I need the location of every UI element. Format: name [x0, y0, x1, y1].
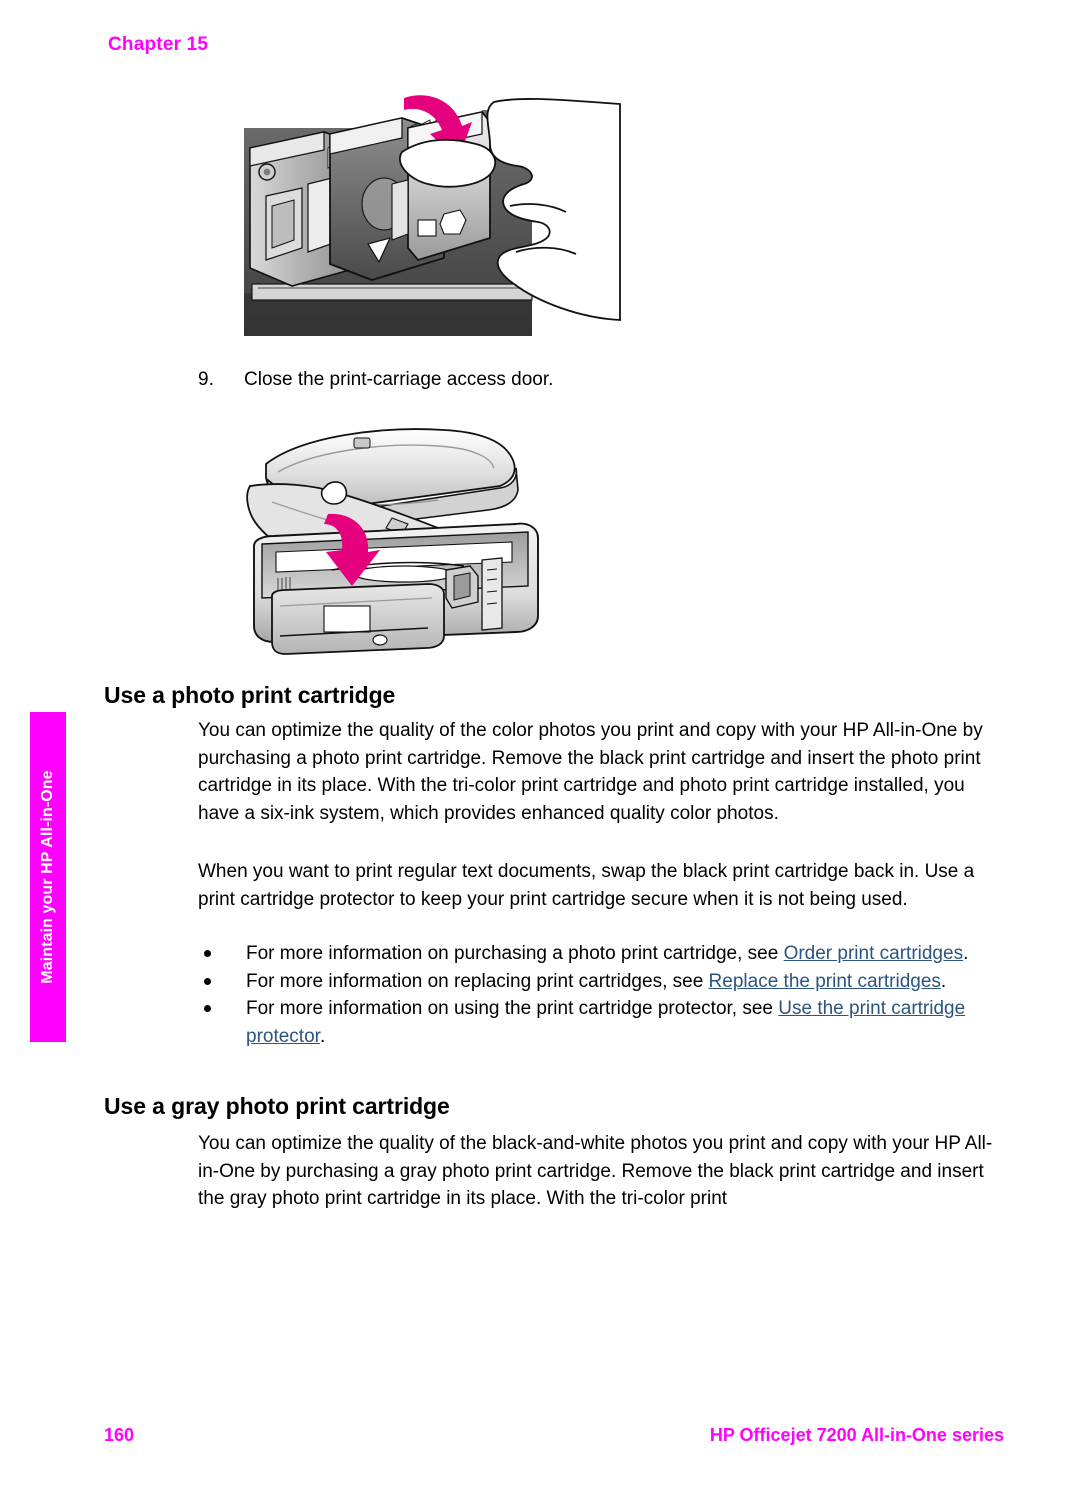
side-tab-maintain: Maintain your HP All-in-One	[30, 712, 66, 1042]
list-item: For more information on replacing print …	[198, 968, 1004, 996]
figure-print-carriage-cartridge-insertion	[232, 88, 622, 360]
bullet-icon	[204, 1005, 211, 1012]
bullet-text-lead: For more information on replacing print …	[246, 970, 709, 992]
footer-page-number: 160	[104, 1425, 135, 1445]
section-heading-photo-print-cartridge: Use a photo print cartridge	[104, 682, 396, 708]
bullet-icon	[204, 950, 211, 957]
cross-reference-bullet-list: For more information on purchasing a pho…	[198, 940, 1004, 1050]
footer-product-name: HP Officejet 7200 All-in-One series	[709, 1425, 1004, 1445]
link-order-print-cartridges[interactable]: Order print cartridges	[784, 943, 964, 964]
paragraph-gray-photo-cartridge-overview: You can optimize the quality of the blac…	[198, 1133, 993, 1209]
bullet-text-lead: For more information on purchasing a pho…	[246, 943, 784, 964]
figure-all-in-one-closing-door	[232, 420, 622, 660]
section-heading-gray-photo-print-cartridge: Use a gray photo print cartridge	[104, 1093, 450, 1119]
list-item: For more information on using the print …	[198, 995, 1004, 1050]
bullet-icon	[204, 977, 211, 985]
list-item: For more information on purchasing a pho…	[198, 940, 1004, 968]
side-tab-label: Maintain your HP All-in-One	[39, 770, 56, 984]
paragraph-photo-cartridge-swap: When you want to print regular text docu…	[198, 861, 975, 910]
output-tray	[271, 583, 445, 655]
link-replace-the-print-cartridges[interactable]: Replace the print cartridges	[709, 971, 941, 992]
step-text: Close the print-carriage access door.	[244, 369, 554, 390]
chapter-header: Chapter 15	[108, 34, 209, 55]
bullet-text-lead: For more information on using the print …	[246, 998, 779, 1019]
bullet-text-tail: .	[940, 970, 947, 992]
step-number: 9.	[198, 369, 214, 390]
step-item-9: 9. Close the print-carriage access door.	[198, 367, 998, 393]
bullet-text-tail: .	[319, 1025, 326, 1047]
paragraph-photo-cartridge-overview: You can optimize the quality of the colo…	[198, 720, 983, 824]
bullet-text-tail: .	[963, 943, 969, 964]
